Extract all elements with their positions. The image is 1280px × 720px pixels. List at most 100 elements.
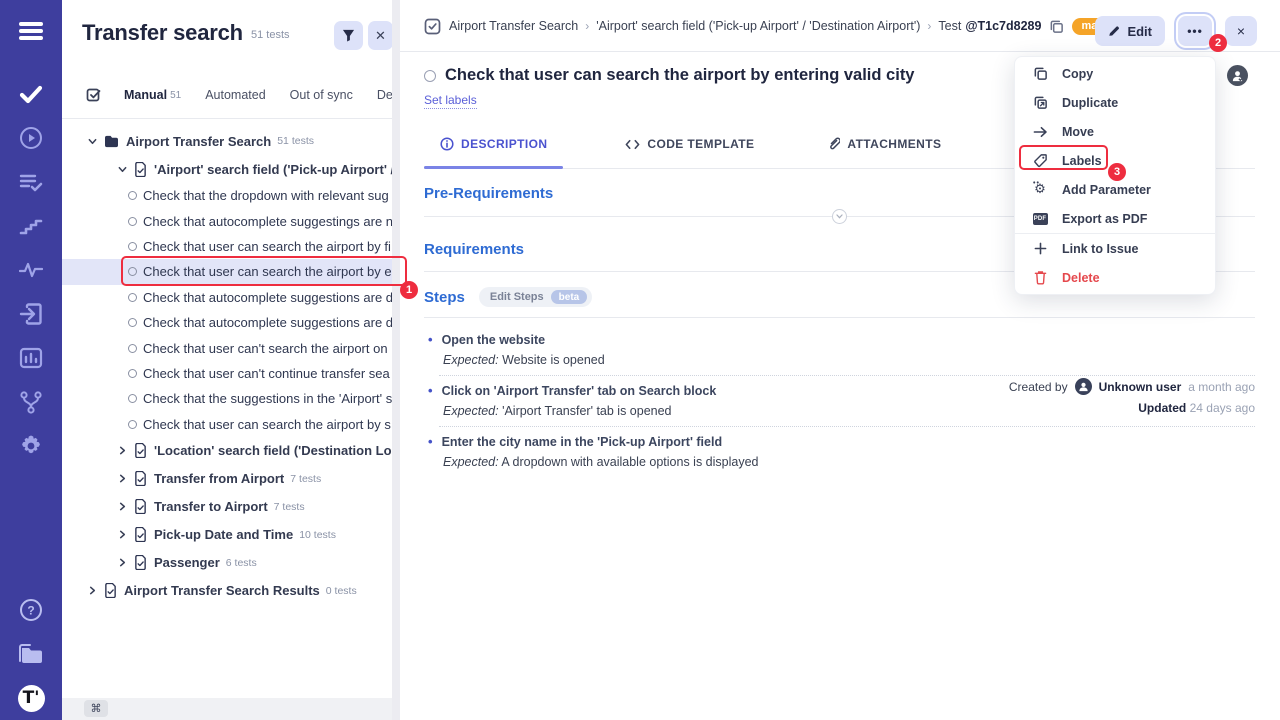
menu-item-label: Copy (1062, 67, 1093, 81)
tree-suite-item[interactable]: Transfer to Airport7 tests (62, 493, 392, 521)
sidebar-item-defects[interactable] (0, 248, 62, 292)
info-icon (440, 137, 454, 151)
tree-suite-item[interactable]: 'Location' search field ('Destination Lo… (62, 437, 392, 465)
tree-item-label: Check that the dropdown with relevant su… (143, 188, 389, 203)
panel-divider (62, 118, 392, 119)
filter-button[interactable] (334, 21, 363, 50)
breadcrumb-item[interactable]: 'Airport' search field ('Pick-up Airport… (596, 19, 920, 33)
select-all-button[interactable] (86, 87, 102, 103)
panel-tab-de[interactable]: De (377, 88, 393, 102)
list-check-icon (19, 172, 43, 192)
test-status-icon (128, 318, 137, 327)
main-menu-button[interactable] (0, 14, 62, 48)
projects-button[interactable] (0, 632, 62, 676)
panel-tab-out-of-sync[interactable]: Out of sync (290, 88, 353, 102)
tree-test-item[interactable]: Check that user can search the airport b… (62, 259, 392, 284)
set-labels-link[interactable]: Set labels (424, 93, 477, 109)
sidebar-rail: ? T' (0, 0, 62, 720)
close-detail-button[interactable]: × (1225, 16, 1257, 46)
tree-item-label: Check that autocomplete suggestions are … (143, 315, 392, 330)
breadcrumb-separator: › (585, 19, 589, 33)
tree-item-count: 10 tests (299, 529, 336, 541)
sidebar-item-runs[interactable] (0, 116, 62, 160)
chevron-right-icon[interactable] (118, 474, 128, 483)
chevron-right-icon[interactable] (118, 530, 128, 539)
menu-item-duplicate[interactable]: Duplicate (1015, 88, 1215, 117)
tree-item-label: Passenger (154, 555, 220, 570)
sidebar-item-tests[interactable] (0, 72, 62, 116)
menu-item-delete[interactable]: Delete (1015, 263, 1215, 292)
tree-test-item[interactable]: Check that the suggestions in the 'Airpo… (62, 386, 392, 411)
tree-test-item[interactable]: Check that user can search the airport b… (62, 234, 392, 259)
created-ago: a month ago (1188, 380, 1255, 394)
updated-ago: 24 days ago (1190, 401, 1255, 415)
menu-item-export-as-pdf[interactable]: PDFExport as PDF (1015, 204, 1215, 233)
tree-suite-item[interactable]: 'Airport' search field ('Pick-up Airport… (62, 155, 392, 183)
breadcrumb: Airport Transfer Search › 'Airport' sear… (424, 0, 1129, 52)
sidebar-item-milestones[interactable] (0, 204, 62, 248)
svg-text:?: ? (27, 604, 34, 618)
tree-suite-item[interactable]: Airport Transfer Search Results0 tests (62, 577, 392, 605)
tree-test-item[interactable]: Check that the dropdown with relevant su… (62, 183, 392, 208)
panel-resize-gutter[interactable] (392, 0, 400, 720)
help-button[interactable]: ? (0, 588, 62, 632)
chevron-right-icon[interactable] (88, 586, 98, 595)
select-all-icon (86, 87, 102, 103)
step-item: •Open the websiteExpected: Website is op… (428, 325, 1255, 375)
tree-test-item[interactable]: Check that user can't continue transfer … (62, 361, 392, 386)
menu-item-label: Labels (1062, 154, 1102, 168)
chevron-right-icon[interactable] (118, 446, 128, 455)
menu-item-link-to-issue[interactable]: Link to Issue (1015, 234, 1215, 263)
gear-icon (19, 434, 43, 458)
tree-suite-item[interactable]: Airport Transfer Search51 tests (62, 127, 392, 155)
edit-steps-button[interactable]: Edit Steps beta (479, 287, 592, 307)
tree-suite-item[interactable]: Transfer from Airport7 tests (62, 465, 392, 493)
tab-attachments[interactable]: ATTACHMENTS (812, 131, 957, 157)
sidebar-item-reports[interactable] (0, 336, 62, 380)
folder-icon (18, 643, 44, 665)
help-icon: ? (19, 598, 43, 622)
tree-test-item[interactable]: Check that user can search the airport b… (62, 412, 392, 437)
menu-item-copy[interactable]: Copy (1015, 59, 1215, 88)
sidebar-item-settings[interactable] (0, 424, 62, 468)
suite-doc-icon (134, 527, 147, 542)
panel-title: Transfer search (82, 20, 243, 46)
menu-item-label: Move (1062, 125, 1094, 139)
section-steps: Steps (424, 289, 465, 306)
chevron-down-icon[interactable] (118, 165, 128, 174)
tree-suite-item[interactable]: Pick-up Date and Time10 tests (62, 521, 392, 549)
sign-in-icon (19, 303, 43, 325)
step-bullet-icon: • (428, 383, 433, 400)
account-button[interactable]: T' (0, 676, 62, 720)
sidebar-item-plans[interactable] (0, 160, 62, 204)
menu-item-labels[interactable]: Labels (1015, 146, 1215, 175)
menu-item-label: Duplicate (1062, 96, 1118, 110)
chevron-down-icon[interactable] (88, 137, 98, 146)
tree-test-item[interactable]: Check that user can't search the airport… (62, 335, 392, 360)
chevron-right-icon[interactable] (118, 558, 128, 567)
panel-tabs: Manual51 Automated Out of sync De (62, 80, 392, 110)
tree-test-item[interactable]: Check that autocomplete suggestings are … (62, 208, 392, 233)
tree-test-item[interactable]: Check that autocomplete suggestions are … (62, 285, 392, 310)
panel-tab-automated[interactable]: Automated (205, 88, 265, 102)
menu-item-add-parameter[interactable]: ⚙••Add Parameter (1015, 175, 1215, 204)
tab-code-template[interactable]: CODE TEMPLATE (609, 131, 770, 157)
sidebar-item-requirements[interactable] (0, 292, 62, 336)
breadcrumb-item[interactable]: Airport Transfer Search (449, 19, 578, 33)
tree-suite-item[interactable]: Passenger6 tests (62, 549, 392, 577)
suite-panel-header: Transfer search 51 tests ✕ (62, 0, 392, 62)
copy-id-button[interactable] (1049, 19, 1064, 34)
panel-tab-manual[interactable]: Manual51 (124, 88, 181, 102)
breadcrumb-item[interactable]: Test (938, 19, 961, 33)
tab-description[interactable]: DESCRIPTION (424, 131, 563, 157)
more-actions-button[interactable]: ••• (1178, 16, 1212, 46)
menu-item-move[interactable]: Move (1015, 117, 1215, 146)
panel-close-button[interactable]: ✕ (368, 21, 393, 50)
edit-button[interactable]: Edit (1095, 16, 1165, 46)
collapse-toggle-button[interactable] (832, 209, 847, 224)
command-shortcut-button[interactable]: ⌘ (84, 700, 108, 717)
sidebar-item-traceability[interactable] (0, 380, 62, 424)
chevron-right-icon[interactable] (118, 502, 128, 511)
tree-test-item[interactable]: Check that autocomplete suggestions are … (62, 310, 392, 335)
step-action-text: Enter the city name in the 'Pick-up Airp… (442, 434, 723, 451)
